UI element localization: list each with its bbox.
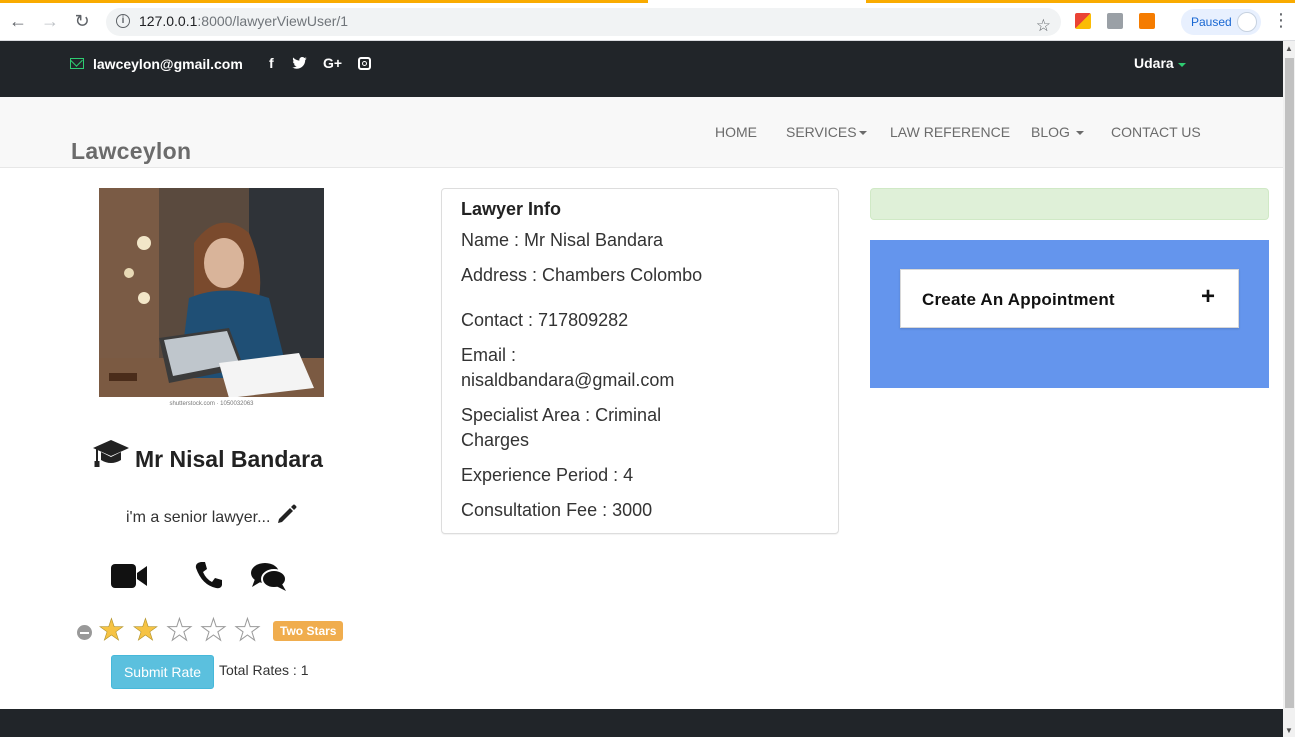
star-icon[interactable]: ★: [98, 615, 126, 646]
loading-bar: [0, 0, 648, 3]
extension-icon[interactable]: [1107, 13, 1123, 29]
forward-icon[interactable]: →: [40, 11, 60, 31]
phone-icon[interactable]: [194, 560, 224, 595]
lawyer-info-panel: Lawyer Info Name : Mr Nisal Bandara Addr…: [441, 188, 839, 534]
scroll-up-icon[interactable]: ▲: [1285, 44, 1293, 53]
profile-button[interactable]: Paused: [1181, 9, 1261, 35]
twitter-icon[interactable]: [292, 56, 307, 72]
url-path: :8000/lawyerViewUser/1: [197, 13, 349, 29]
info-specialist-area: Specialist Area : Criminal: [461, 405, 662, 425]
menu-kebab-icon[interactable]: ⋮: [1272, 10, 1290, 31]
url-host: 127.0.0.1: [139, 13, 198, 29]
rating-label-badge: Two Stars: [273, 621, 344, 641]
back-icon[interactable]: ←: [8, 11, 28, 31]
nav-services-label: SERVICES: [786, 124, 857, 140]
info-name: Name : Mr Nisal Bandara: [461, 230, 664, 250]
avatar: [1237, 12, 1257, 32]
url-text[interactable]: 127.0.0.1:8000/lawyerViewUser/1: [139, 13, 348, 29]
create-appointment-label: Create An Appointment: [922, 290, 1115, 309]
lawyer-info-title: Lawyer Info: [461, 199, 562, 219]
success-alert: [870, 188, 1269, 220]
site-info-icon[interactable]: i: [116, 14, 130, 28]
star-icon[interactable]: ★: [234, 615, 262, 646]
profile-status: Paused: [1191, 15, 1232, 29]
create-appointment-button[interactable]: Create An Appointment +: [900, 269, 1239, 328]
info-experience: Experience Period : 4: [461, 465, 634, 485]
browser-toolbar: ← → ↻ i 127.0.0.1:8000/lawyerViewUser/1 …: [0, 0, 1295, 41]
google-plus-icon[interactable]: G+: [323, 55, 342, 71]
footer: [0, 709, 1283, 737]
pencil-icon[interactable]: [276, 503, 298, 530]
total-rates-text: Total Rates : 1: [219, 662, 309, 678]
info-email-value: nisaldbandara@gmail.com: [461, 370, 675, 390]
video-camera-icon[interactable]: [111, 563, 148, 594]
chat-bubbles-icon[interactable]: [250, 562, 288, 597]
star-icon[interactable]: ★: [166, 615, 194, 646]
submit-rate-button[interactable]: Submit Rate: [111, 655, 214, 689]
star-icon[interactable]: ★: [132, 615, 160, 646]
top-contact-bar: lawceylon@gmail.com f G+ Udara: [0, 41, 1283, 97]
contact-email[interactable]: lawceylon@gmail.com: [93, 56, 243, 72]
envelope-icon: [70, 58, 84, 69]
info-contact: Contact : 717809282: [461, 310, 629, 330]
nav-blog[interactable]: BLOG: [1031, 124, 1084, 140]
scrollbar-thumb[interactable]: [1285, 58, 1294, 708]
info-address: Address : Chambers Colombo: [461, 265, 703, 285]
info-consultation-fee: Consultation Fee : 3000: [461, 500, 653, 520]
lawyer-photo: [99, 188, 324, 412]
lawyer-name-heading: Mr Nisal Bandara: [135, 446, 323, 472]
bookmark-star-icon[interactable]: ☆: [1036, 11, 1051, 41]
address-bar[interactable]: i 127.0.0.1:8000/lawyerViewUser/1 ☆: [106, 8, 1061, 36]
clear-rating-icon[interactable]: [77, 625, 92, 640]
reload-icon[interactable]: ↻: [72, 11, 92, 31]
chevron-down-icon: [858, 131, 867, 136]
instagram-icon[interactable]: [358, 57, 371, 70]
graduation-cap-icon: [92, 438, 130, 475]
nav-blog-label: BLOG: [1031, 124, 1070, 140]
nav-contact-us[interactable]: CONTACT US: [1111, 124, 1201, 140]
chevron-down-icon[interactable]: [1178, 63, 1186, 67]
user-menu[interactable]: Udara: [1134, 55, 1174, 71]
extension-icon[interactable]: [1139, 13, 1155, 29]
extension-icon[interactable]: [1075, 13, 1091, 29]
photo-caption: shutterstock.com · 1050032063: [99, 397, 324, 412]
chevron-down-icon: [1075, 131, 1084, 136]
facebook-icon[interactable]: f: [269, 55, 274, 71]
nav-home[interactable]: HOME: [715, 124, 757, 140]
main-navbar: Lawceylon HOME SERVICES LAW REFERENCE BL…: [0, 97, 1283, 168]
brand-logo[interactable]: Lawceylon: [71, 138, 191, 165]
info-specialist-area-cont: Charges: [461, 430, 530, 450]
nav-law-reference[interactable]: LAW REFERENCE: [890, 124, 1010, 140]
nav-services[interactable]: SERVICES: [786, 124, 867, 140]
info-email-label: Email :: [461, 345, 517, 365]
star-icon[interactable]: ★: [200, 615, 228, 646]
scroll-down-icon[interactable]: ▼: [1285, 726, 1293, 735]
plus-icon: +: [1200, 283, 1215, 310]
loading-bar: [866, 0, 1295, 3]
lawyer-bio: i'm a senior lawyer...: [126, 509, 271, 526]
